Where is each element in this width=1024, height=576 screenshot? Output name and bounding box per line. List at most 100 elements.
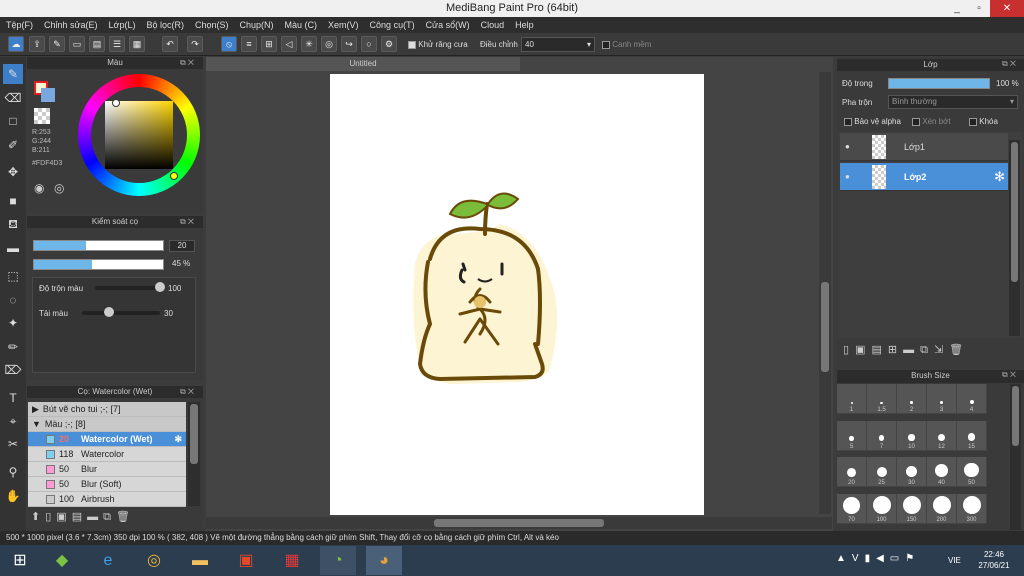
brush-item[interactable]: 50 Blur (Soft) xyxy=(28,477,186,492)
drawing-canvas[interactable] xyxy=(330,74,704,515)
gear-icon[interactable]: ✻ xyxy=(994,169,1005,185)
brush-size-option[interactable]: 200 xyxy=(927,493,957,524)
hand-tool-icon[interactable]: ✋ xyxy=(3,486,23,506)
brush-item-selected[interactable]: 20 Watercolor (Wet) ✻ xyxy=(28,432,186,447)
canvas-tab[interactable]: Untitled xyxy=(206,57,520,71)
trash-icon[interactable]: 🗑 xyxy=(116,511,135,523)
clip-toggle[interactable]: Xén bớt xyxy=(912,117,951,126)
brush-size-option[interactable]: 2 xyxy=(897,384,927,414)
menu-filter[interactable]: Bộ lọc(R) xyxy=(146,20,184,30)
battery-icon[interactable]: ▭ xyxy=(890,553,905,564)
move-tool-icon[interactable]: ✥ xyxy=(3,162,23,182)
brush-size-option[interactable]: 12 xyxy=(927,420,957,451)
brush-group-row[interactable]: ▶ Bút vẽ cho tui ;-; [7] xyxy=(28,402,186,417)
brush-copy-icon[interactable]: ▣ xyxy=(56,511,71,523)
panel-close-icon[interactable]: ⧉ ✕ xyxy=(1002,59,1016,69)
volume-icon[interactable]: ◀ xyxy=(876,553,890,564)
antialias-toggle[interactable]: Khử răng cưa xyxy=(408,40,468,49)
brush-size-option[interactable]: 15 xyxy=(957,420,987,451)
transparent-swatch[interactable] xyxy=(34,108,50,124)
new-layer-icon[interactable]: ▯ xyxy=(843,344,855,356)
color-picker-handle[interactable] xyxy=(112,99,120,107)
secondary-color-swatch[interactable] xyxy=(41,88,55,102)
scrollbar-thumb[interactable] xyxy=(1012,386,1019,446)
new-layer-8bit-icon[interactable]: ▣ xyxy=(855,344,871,356)
file-explorer-icon[interactable]: ▬ xyxy=(182,546,218,575)
layer-blend-dropdown[interactable]: Bình thường ▾ xyxy=(888,95,1018,109)
brush-size-option[interactable]: 1 xyxy=(837,384,867,414)
language-indicator[interactable]: VIE xyxy=(948,556,961,565)
horizontal-scrollbar-thumb[interactable] xyxy=(434,519,604,527)
scrollbar-thumb[interactable] xyxy=(1011,142,1018,282)
flag-icon[interactable]: ⚑ xyxy=(905,553,920,564)
brush-size-value[interactable]: 20 xyxy=(169,240,195,252)
menu-view[interactable]: Xem(V) xyxy=(328,20,359,30)
brush-group-row[interactable]: ▼ Màu ;-; [8] xyxy=(28,417,186,432)
hue-handle[interactable] xyxy=(170,172,178,180)
cloud-icon[interactable]: ☁ xyxy=(8,36,24,52)
grid-icon[interactable]: ▦ xyxy=(129,36,145,52)
panel-float-icon[interactable]: ⧉ ✕ xyxy=(180,58,194,68)
menu-file[interactable]: Tệp(F) xyxy=(6,20,33,30)
select-pen-icon[interactable]: ✏ xyxy=(3,337,23,357)
add-layer-menu-icon[interactable]: ⊞ xyxy=(888,344,903,356)
new-layer-1bit-icon[interactable]: ▤ xyxy=(871,344,887,356)
select-eraser-icon[interactable]: ⌦ xyxy=(3,360,23,380)
horizontal-scrollbar[interactable] xyxy=(206,517,832,529)
layer-row[interactable]: ● Lớp1 xyxy=(840,133,1008,161)
gear-icon[interactable]: ✻ xyxy=(174,432,182,447)
blend-knob[interactable] xyxy=(155,282,165,292)
layer-list-scrollbar[interactable] xyxy=(1009,140,1020,336)
ellipse-snap-icon[interactable]: ○ xyxy=(361,36,377,52)
operation-tool-icon[interactable]: ⌖ xyxy=(3,411,23,431)
vivaldi-icon[interactable]: V xyxy=(852,553,865,564)
curve-snap-icon[interactable]: ↪ xyxy=(341,36,357,52)
brush-size-option[interactable]: 50 xyxy=(957,457,987,487)
edge-toggle[interactable]: Canh mềm xyxy=(602,40,651,49)
menu-snap[interactable]: Chụp(N) xyxy=(240,20,274,30)
brush-size-scrollbar[interactable] xyxy=(1010,384,1021,530)
rect-tool-icon[interactable]: □ xyxy=(3,111,23,131)
eye-icon[interactable]: ● xyxy=(845,142,850,151)
brush-item[interactable]: 100 Airbrush xyxy=(28,492,186,507)
medibang-icon[interactable]: ◕ xyxy=(366,546,402,575)
menu-cloud[interactable]: Cloud xyxy=(481,20,505,30)
palette-add-icon[interactable]: ◎ xyxy=(54,181,64,195)
menu-select[interactable]: Chọn(S) xyxy=(195,20,229,30)
redo-icon[interactable]: ↷ xyxy=(187,36,203,52)
brush-opacity-slider[interactable] xyxy=(33,259,164,270)
select-tool-icon[interactable]: ⬚ xyxy=(3,266,23,286)
palette-icon[interactable]: ◉ xyxy=(34,181,44,195)
brush-new-icon[interactable]: ▯ xyxy=(45,511,56,523)
radial-snap-icon[interactable]: ✳ xyxy=(301,36,317,52)
layer-row-selected[interactable]: ● Lớp2 ✻ xyxy=(840,163,1008,191)
brush-size-slider[interactable] xyxy=(33,240,164,251)
no-snap-icon[interactable]: ⦸ xyxy=(221,36,237,52)
bluestacks-icon[interactable]: ◆ xyxy=(44,546,80,575)
lasso-tool-icon[interactable]: ◌ xyxy=(3,290,23,310)
windows-start-icon[interactable]: ⊞ xyxy=(2,546,38,575)
brush-size-option[interactable]: 300 xyxy=(957,493,987,524)
maximize-button[interactable]: ▫ xyxy=(966,0,992,17)
list-icon[interactable]: ☰ xyxy=(109,36,125,52)
brush-size-option[interactable]: 5 xyxy=(837,420,867,451)
parallel-snap-icon[interactable]: ≡ xyxy=(241,36,257,52)
brush-size-option[interactable]: 150 xyxy=(897,493,927,524)
brush-size-option[interactable]: 1.5 xyxy=(867,384,897,414)
menu-layer[interactable]: Lớp(L) xyxy=(109,20,136,30)
eyedropper-icon[interactable]: ⚲ xyxy=(3,462,23,482)
page-icon[interactable]: ▤ xyxy=(89,36,105,52)
panel-close-icon[interactable]: ⧉ ✕ xyxy=(180,387,194,397)
bucket-tool-icon[interactable]: ⛾ xyxy=(3,214,23,234)
circle-snap-icon[interactable]: ◎ xyxy=(321,36,337,52)
folder-icon[interactable]: ▬ xyxy=(903,344,920,356)
scrollbar-thumb[interactable] xyxy=(190,404,198,464)
lock-checkbox[interactable] xyxy=(969,117,977,126)
settings-icon[interactable]: ⚙ xyxy=(381,36,397,52)
brush-add-icon[interactable]: ⬆ xyxy=(31,511,45,523)
layer-opacity-slider[interactable] xyxy=(888,78,990,89)
panel-close-icon[interactable]: ⧉ ✕ xyxy=(180,217,194,227)
load-knob[interactable] xyxy=(103,307,114,317)
close-button[interactable]: ✕ xyxy=(990,0,1024,17)
adjust-dropdown[interactable]: 40 ▾ xyxy=(521,37,595,52)
